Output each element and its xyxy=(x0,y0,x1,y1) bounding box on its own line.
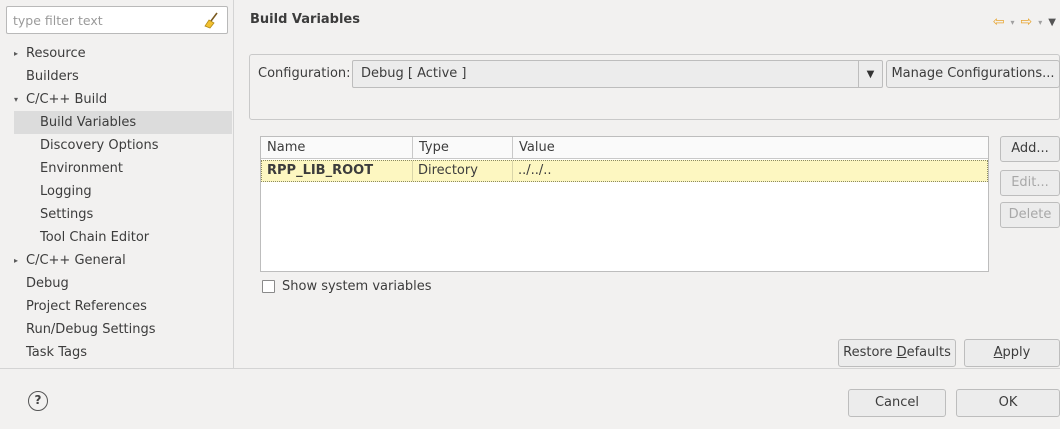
add-button[interactable]: Add... xyxy=(1000,136,1060,162)
tree-item-label: Builders xyxy=(26,69,79,84)
nav-toolbar: ⇦ ▾ ⇨ ▾ ▼ xyxy=(993,12,1056,32)
variables-table: Name Type Value RPP_LIB_ROOT Directory .… xyxy=(260,136,989,272)
delete-button[interactable]: Delete xyxy=(1000,202,1060,228)
page-title: Build Variables xyxy=(250,12,360,27)
tree-item-label: Run/Debug Settings xyxy=(26,322,156,337)
table-row[interactable]: RPP_LIB_ROOT Directory ../../.. xyxy=(261,160,988,182)
manage-configurations-button[interactable]: Manage Configurations... xyxy=(886,60,1060,88)
expand-arrow-icon[interactable]: ▾ xyxy=(14,88,18,111)
tree-item-label: C/C++ General xyxy=(26,253,126,268)
back-arrow-icon[interactable]: ⇦ xyxy=(993,14,1005,30)
vertical-divider xyxy=(233,0,234,368)
tree-item[interactable]: Logging xyxy=(40,180,92,203)
tree-item-label: C/C++ Build xyxy=(26,92,108,107)
tree-item[interactable]: Tool Chain Editor xyxy=(40,226,149,249)
forward-arrow-icon[interactable]: ⇨ xyxy=(1021,14,1033,30)
tree-item-label: Resource xyxy=(26,46,86,61)
cell-value: ../../.. xyxy=(518,163,552,178)
tree-item-label: Project References xyxy=(26,299,147,314)
tree-item[interactable]: Builders xyxy=(26,65,79,88)
edit-button[interactable]: Edit... xyxy=(1000,170,1060,196)
tree-item[interactable]: ▸ Resource xyxy=(14,42,86,65)
tree-item-label: Environment xyxy=(40,161,124,176)
cancel-button[interactable]: Cancel xyxy=(848,389,946,417)
help-icon[interactable]: ? xyxy=(28,391,48,411)
tree-item[interactable]: ▾ C/C++ Build xyxy=(14,88,108,111)
column-header-value[interactable]: Value xyxy=(513,137,988,159)
apply-button[interactable]: Apply xyxy=(964,339,1060,367)
tree-item[interactable]: Discovery Options xyxy=(40,134,159,157)
tree-item[interactable]: Task Tags xyxy=(26,341,87,364)
tree-item[interactable]: Build Variables xyxy=(14,111,232,134)
ok-button[interactable]: OK xyxy=(956,389,1060,417)
column-header-name[interactable]: Name xyxy=(261,137,413,159)
column-header-type[interactable]: Type xyxy=(413,137,513,159)
tree-item[interactable]: ▸ C/C++ General xyxy=(14,249,126,272)
horizontal-divider xyxy=(0,368,1060,369)
collapse-arrow-icon[interactable]: ▸ xyxy=(14,42,18,65)
collapse-arrow-icon[interactable]: ▸ xyxy=(14,249,18,272)
filter-box[interactable] xyxy=(6,6,228,34)
tree-item-label: Task Tags xyxy=(26,345,87,360)
show-system-variables-label: Show system variables xyxy=(282,279,432,294)
checkbox-icon[interactable] xyxy=(262,280,275,293)
forward-dropdown-icon[interactable]: ▾ xyxy=(1038,18,1042,27)
tree-item-label: Build Variables xyxy=(40,115,137,130)
tree-item-label: Settings xyxy=(40,207,94,222)
tree-item[interactable]: Run/Debug Settings xyxy=(26,318,156,341)
tree-item-label: Tool Chain Editor xyxy=(40,230,150,245)
tree-item-label: Logging xyxy=(40,184,92,199)
tree-item[interactable]: Project References xyxy=(26,295,147,318)
back-dropdown-icon[interactable]: ▾ xyxy=(1011,18,1015,27)
view-menu-icon[interactable]: ▼ xyxy=(1048,17,1056,28)
configuration-label: Configuration: xyxy=(258,66,351,81)
configuration-value: Debug [ Active ] xyxy=(361,66,467,81)
filter-input[interactable] xyxy=(7,7,197,33)
tree-item[interactable]: Environment xyxy=(40,157,123,180)
restore-defaults-button[interactable]: Restore Defaults xyxy=(838,339,956,367)
tree-item[interactable]: Debug xyxy=(26,272,69,295)
tree-item-label: Debug xyxy=(26,276,69,291)
show-system-variables-checkbox[interactable]: Show system variables xyxy=(262,279,432,294)
configuration-select[interactable]: Debug [ Active ] ▼ xyxy=(352,60,883,88)
chevron-down-icon[interactable]: ▼ xyxy=(858,61,882,87)
tree-item[interactable]: Settings xyxy=(40,203,93,226)
tree-item-label: Discovery Options xyxy=(40,138,159,153)
broom-icon[interactable] xyxy=(203,11,221,29)
cell-name: RPP_LIB_ROOT xyxy=(262,161,413,181)
cell-type: Directory xyxy=(413,161,513,181)
